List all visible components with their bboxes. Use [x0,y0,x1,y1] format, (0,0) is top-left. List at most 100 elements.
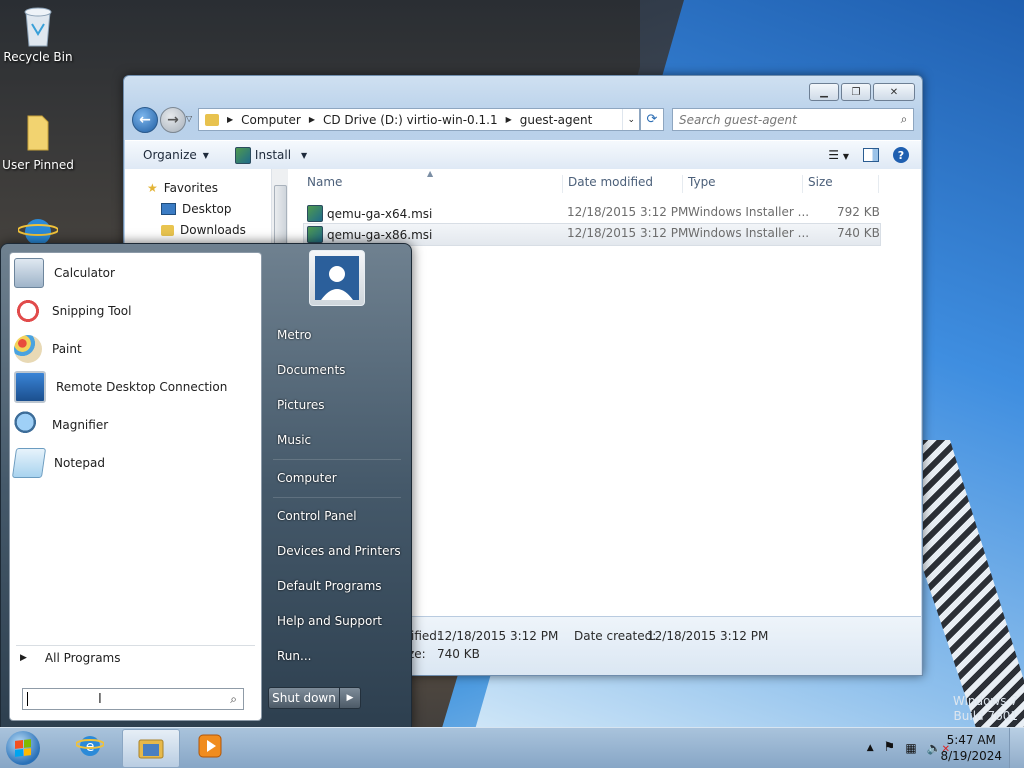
recent-pages-icon[interactable]: ▽ [186,114,192,123]
column-header-type[interactable]: Type [682,175,803,193]
program-notepad[interactable]: Notepad [11,445,105,481]
breadcrumb-arrow-icon[interactable]: ▶ [502,115,516,124]
search-icon[interactable]: ⌕ [230,692,237,707]
forward-button[interactable]: → [160,107,186,133]
action-center-flag-icon[interactable]: ⚑ [884,740,896,755]
separator [273,459,401,460]
breadcrumb-computer[interactable]: Computer [237,113,305,127]
file-date: 12/18/2015 3:12 PM [567,205,689,219]
program-paint[interactable]: Paint [14,331,82,367]
column-header-size[interactable]: Size [802,175,879,193]
program-calculator[interactable]: Calculator [14,255,115,291]
address-dropdown-icon[interactable]: ⌄ [622,109,639,130]
separator [273,497,401,498]
file-type: Windows Installer ... [688,226,810,240]
close-button[interactable]: ✕ [873,83,915,101]
start-link-control-panel[interactable]: Control Panel [277,509,357,523]
start-link-run[interactable]: Run... [277,649,311,663]
program-snipping-tool[interactable]: Snipping Tool [14,293,131,329]
installer-icon [234,146,251,164]
search-input[interactable]: Search guest-agent [673,113,895,127]
program-label: Magnifier [52,418,109,432]
taskbar-media-player[interactable] [182,729,238,766]
text-caret [27,692,28,706]
shutdown-options-arrow-icon[interactable]: ▶ [340,687,361,709]
start-link-computer[interactable]: Computer [277,471,337,485]
program-magnifier[interactable]: Magnifier [14,407,108,443]
breadcrumb-guest-agent[interactable]: guest-agent [516,113,597,127]
help-icon[interactable]: ? [893,147,909,163]
file-name: qemu-ga-x86.msi [327,227,433,242]
start-link-documents[interactable]: Documents [277,363,345,377]
start-link-pictures[interactable]: Pictures [277,398,325,412]
chevron-down-icon: ▼ [202,150,209,160]
taskbar-internet-explorer[interactable]: e [62,729,118,766]
chevron-down-icon: ▼ [301,150,308,160]
start-button[interactable] [6,731,40,765]
start-search-box[interactable]: I ⌕ [22,688,244,710]
search-box[interactable]: Search guest-agent ⌕ [672,108,914,131]
search-icon[interactable]: ⌕ [895,112,913,127]
sort-up-icon: ▲ [427,169,434,178]
detail-created-label: Date created: [574,629,657,643]
file-name: qemu-ga-x64.msi [327,206,433,221]
start-link-help-support[interactable]: Help and Support [277,614,382,628]
taskbar-windows-explorer[interactable] [122,729,180,768]
program-label: Notepad [54,456,105,470]
nav-item-downloads[interactable]: Downloads [161,223,246,237]
column-header-date[interactable]: Date modified [562,175,683,193]
start-link-devices-printers[interactable]: Devices and Printers [277,544,401,558]
command-bar: Organize ▼ Install ▼ ☰ ▼ ? [125,140,921,170]
internet-explorer-icon: e [75,732,105,763]
start-menu-programs-panel: Calculator Snipping Tool Paint Remote De… [9,252,262,721]
breadcrumb-arrow-icon[interactable]: ▶ [223,115,237,124]
star-icon: ★ [147,181,158,195]
file-row[interactable]: qemu-ga-x64.msi 12/18/2015 3:12 PM Windo… [303,202,881,223]
notification-area: ▲ ⚑ ▦ 🔈✕ [867,740,950,755]
install-label: Install [254,148,292,162]
paint-palette-icon [14,335,42,363]
user-account-picture[interactable] [309,250,365,306]
file-size: 792 KB [837,205,880,219]
shutdown-button[interactable]: Shut down [268,687,340,709]
view-options-icon[interactable]: ☰ ▼ [828,148,849,162]
system-clock[interactable]: 5:47 AM 8/19/2024 [940,732,1002,764]
organize-button[interactable]: Organize ▼ [125,148,219,162]
all-programs-button[interactable]: ▶ All Programs [20,651,121,665]
nav-label: Favorites [163,181,218,195]
install-button[interactable]: Install ▼ [219,146,317,164]
desktop-icon-recycle-bin[interactable]: Recycle Bin [0,4,76,64]
show-hidden-icons-icon[interactable]: ▲ [867,743,874,753]
file-type: Windows Installer ... [688,205,810,219]
minimize-button[interactable]: ▁ [809,83,839,101]
downloads-folder-icon [161,224,174,236]
breadcrumb-cd-drive[interactable]: CD Drive (D:) virtio-win-0.1.1 [319,113,502,127]
start-link-metro[interactable]: Metro [277,328,311,342]
address-bar[interactable]: ▶ Computer ▶ CD Drive (D:) virtio-win-0.… [198,108,640,131]
nav-item-favorites[interactable]: ★ Favorites [147,181,218,195]
back-button[interactable]: ← [132,107,158,133]
windows-logo-icon [15,739,31,757]
breadcrumb-arrow-icon[interactable]: ▶ [305,115,319,124]
column-header-name[interactable]: Name ▲ [301,169,563,193]
notepad-icon [11,448,47,478]
file-date: 12/18/2015 3:12 PM [567,226,689,240]
watermark-line-1: Windows 7 [952,694,1018,708]
installer-icon [307,226,323,243]
start-link-music[interactable]: Music [277,433,311,447]
detail-modified-value: 12/18/2015 3:12 PM [437,629,559,643]
nav-item-desktop[interactable]: Desktop [161,202,232,216]
nav-label: Desktop [182,202,232,216]
show-desktop-button[interactable] [1009,728,1024,768]
program-remote-desktop[interactable]: Remote Desktop Connection [14,369,227,405]
network-icon[interactable]: ▦ [905,741,916,755]
installer-icon [307,205,323,222]
maximize-button[interactable]: ❐ [841,83,871,101]
refresh-button[interactable]: ⟳ [640,108,664,131]
file-size: 740 KB [837,226,880,240]
start-link-default-programs[interactable]: Default Programs [277,579,382,593]
shutdown-control: Shut down ▶ [268,687,361,709]
desktop-icon-user-pinned[interactable]: User Pinned [0,112,76,172]
separator [16,645,255,646]
preview-pane-icon[interactable] [863,148,879,162]
